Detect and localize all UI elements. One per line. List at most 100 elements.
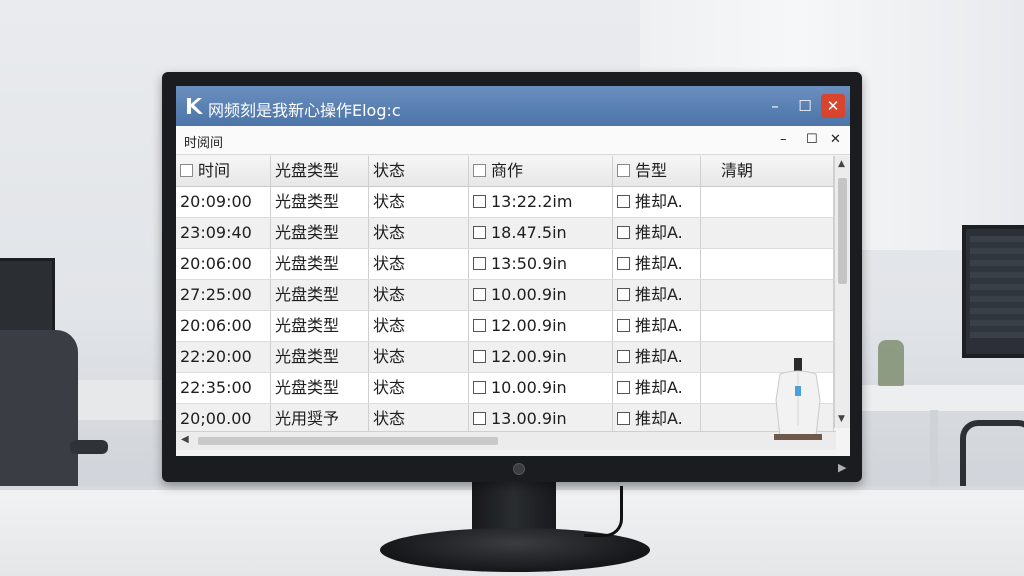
table-cell: 推却A. (613, 249, 701, 279)
table-cell (701, 187, 834, 217)
scrollbar-thumb[interactable] (838, 178, 847, 284)
row-checkbox[interactable] (617, 288, 630, 301)
menu-bar: 时阅间 – ☐ ✕ (176, 126, 850, 155)
table-cell: 光盘类型 (271, 373, 369, 403)
table-cell: 光盘类型 (271, 249, 369, 279)
table-cell: 推却A. (613, 404, 701, 434)
row-checkbox[interactable] (617, 350, 630, 363)
table-cell: 22:35:00 (176, 373, 271, 403)
row-checkbox[interactable] (617, 226, 630, 239)
row-checkbox[interactable] (617, 319, 630, 332)
background-desk-leg (930, 410, 938, 490)
table-cell (701, 249, 834, 279)
table-cell: 状态 (369, 373, 469, 403)
menu-item-time[interactable]: 时阅间 (184, 132, 223, 151)
table-cell: 状态 (369, 404, 469, 434)
table-row[interactable]: 22:35:00 光盘类型 状态 10.00.9in 推却A. (176, 373, 834, 404)
monitor-screen: 网频刻是我新心操作Elog:c – ☐ ✕ 时阅间 – ☐ ✕ 时间 光盘类型 … (176, 86, 850, 456)
background-chair-arm (70, 440, 108, 454)
table-cell: 光盘类型 (271, 280, 369, 310)
table-cell: 光盘类型 (271, 218, 369, 248)
power-button[interactable] (513, 463, 525, 475)
header-checkbox[interactable] (617, 164, 630, 177)
table-cell (701, 218, 834, 248)
table-cell: 状态 (369, 280, 469, 310)
background-desk-right (860, 385, 1024, 411)
table-cell (701, 280, 834, 310)
row-checkbox[interactable] (473, 319, 486, 332)
background-chair-right (960, 420, 1024, 486)
table-cell: 状态 (369, 249, 469, 279)
column-header[interactable]: 商作 (469, 156, 613, 186)
table-cell: 10.00.9in (469, 373, 613, 403)
row-checkbox[interactable] (617, 195, 630, 208)
table-row[interactable]: 20:06:00 光盘类型 状态 12.00.9in 推却A. (176, 311, 834, 342)
table-cell: 10.00.9in (469, 280, 613, 310)
inner-close-button[interactable]: ✕ (830, 132, 841, 147)
inner-minimize-button[interactable]: – (780, 132, 787, 147)
table-cell (701, 311, 834, 341)
table-cell: 23:09:40 (176, 218, 271, 248)
table-cell: 20:09:00 (176, 187, 271, 217)
vertical-scrollbar[interactable]: ▲ ▼ (834, 156, 850, 428)
table-header: 时间 光盘类型 状态 商作 告型 清朝 (176, 156, 834, 187)
table-cell: 推却A. (613, 280, 701, 310)
column-header[interactable]: 清朝 (701, 156, 834, 186)
table-cell: 18.47.5in (469, 218, 613, 248)
scroll-up-icon[interactable]: ▲ (838, 159, 845, 169)
scroll-down-icon[interactable]: ▼ (838, 414, 845, 424)
window-titlebar[interactable]: 网频刻是我新心操作Elog:c – ☐ ✕ (176, 86, 850, 126)
horizontal-scrollbar[interactable]: ◀ (176, 431, 836, 450)
scrollbar-thumb[interactable] (198, 437, 498, 445)
table-cell: 20:06:00 (176, 311, 271, 341)
close-button[interactable]: ✕ (821, 94, 845, 118)
table-row[interactable]: 23:09:40 光盘类型 状态 18.47.5in 推却A. (176, 218, 834, 249)
row-checkbox[interactable] (617, 412, 630, 425)
row-checkbox[interactable] (617, 381, 630, 394)
table-cell: 13:22.2im (469, 187, 613, 217)
row-checkbox[interactable] (473, 288, 486, 301)
table-cell: 13:50.9in (469, 249, 613, 279)
column-header[interactable]: 光盘类型 (271, 156, 369, 186)
header-checkbox[interactable] (180, 164, 193, 177)
mannequin-figure (774, 358, 822, 440)
row-checkbox[interactable] (473, 412, 486, 425)
table-body: 20:09:00 光盘类型 状态 13:22.2im 推却A. 23:09:40 光盘类型状… (176, 187, 834, 435)
column-header[interactable]: 告型 (613, 156, 701, 186)
monitor-cable (584, 486, 623, 537)
table-cell: 12.00.9in (469, 342, 613, 372)
header-checkbox[interactable] (473, 164, 486, 177)
table-cell: 20;00.00 (176, 404, 271, 434)
table-cell: 光用奨予 (271, 404, 369, 434)
row-checkbox[interactable] (473, 381, 486, 394)
minimize-button[interactable]: – (763, 94, 787, 118)
table-cell: 状态 (369, 187, 469, 217)
row-checkbox[interactable] (473, 195, 486, 208)
table-cell: 推却A. (613, 218, 701, 248)
table-cell: 状态 (369, 218, 469, 248)
scroll-left-icon[interactable]: ◀ (181, 434, 189, 445)
table-cell: 推却A. (613, 187, 701, 217)
row-checkbox[interactable] (473, 350, 486, 363)
table-row[interactable]: 27:25:00 光盘类型 状态 10.00.9in 推却A. (176, 280, 834, 311)
window-title: 网频刻是我新心操作Elog:c (208, 101, 401, 120)
chevron-right-icon[interactable]: ▶ (838, 461, 846, 474)
background-plant (878, 340, 904, 386)
table-cell: 状态 (369, 342, 469, 372)
row-checkbox[interactable] (473, 257, 486, 270)
inner-maximize-button[interactable]: ☐ (806, 132, 818, 147)
table-row[interactable]: 22:20:00 光盘类型 状态 12.00.9in 推却A. (176, 342, 834, 373)
maximize-button[interactable]: ☐ (793, 94, 817, 118)
table-row[interactable]: 20:06:00 光盘类型 状态 13:50.9in 推却A. (176, 249, 834, 280)
table-row[interactable]: 20:09:00 光盘类型 状态 13:22.2im 推却A. (176, 187, 834, 218)
table-cell: 光盘类型 (271, 342, 369, 372)
table-cell: 22:20:00 (176, 342, 271, 372)
table-cell: 20:06:00 (176, 249, 271, 279)
column-header[interactable]: 状态 (369, 156, 469, 186)
column-header[interactable]: 时间 (176, 156, 271, 186)
row-checkbox[interactable] (473, 226, 486, 239)
table-cell: 推却A. (613, 342, 701, 372)
row-checkbox[interactable] (617, 257, 630, 270)
table-cell: 13.00.9in (469, 404, 613, 434)
table-cell: 27:25:00 (176, 280, 271, 310)
